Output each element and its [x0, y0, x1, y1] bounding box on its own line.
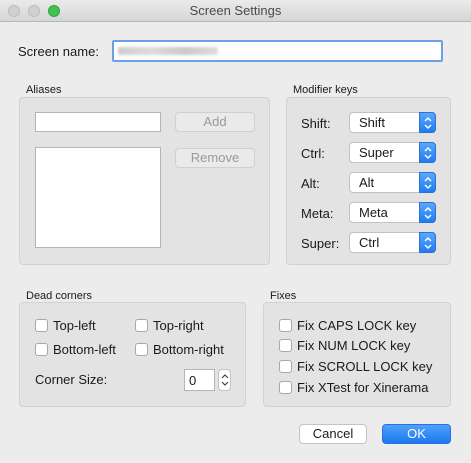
super-popup[interactable]: Ctrl: [349, 232, 436, 253]
top-left-checkbox[interactable]: [35, 319, 48, 332]
ok-button[interactable]: OK: [382, 424, 451, 444]
stepper-arrows-icon: [221, 374, 229, 386]
fixes-group-title: Fixes: [270, 290, 297, 302]
bottom-right-label: Bottom-right: [153, 342, 224, 357]
ctrl-value: Super: [359, 145, 394, 160]
alt-label: Alt:: [301, 176, 320, 191]
fix-caps-lock-checkbox[interactable]: [279, 319, 292, 332]
modifier-keys-group-title: Modifier keys: [293, 84, 358, 96]
popup-arrows-icon: [419, 142, 436, 163]
fix-xtest-checkbox[interactable]: [279, 381, 292, 394]
aliases-group-title: Aliases: [26, 84, 62, 96]
fix-caps-lock-label: Fix CAPS LOCK key: [297, 318, 417, 333]
ctrl-popup[interactable]: Super: [349, 142, 436, 163]
screen-name-label: Screen name:: [18, 44, 99, 59]
shift-value: Shift: [359, 115, 386, 130]
screen-name-input[interactable]: [112, 40, 443, 62]
super-label: Super:: [301, 236, 340, 251]
popup-arrows-icon: [419, 202, 436, 223]
popup-arrows-icon: [419, 112, 436, 133]
corner-size-stepper[interactable]: [218, 369, 231, 391]
popup-arrows-icon: [419, 232, 436, 253]
alias-input[interactable]: [35, 112, 161, 132]
corner-size-input[interactable]: 0: [184, 369, 215, 391]
ctrl-label: Ctrl:: [301, 146, 325, 161]
remove-alias-button[interactable]: Remove: [175, 148, 255, 168]
dead-corners-group-title: Dead corners: [26, 290, 93, 302]
top-right-checkbox[interactable]: [135, 319, 148, 332]
screen-name-redacted-value: [118, 47, 218, 55]
fix-num-lock-label: Fix NUM LOCK key: [297, 338, 411, 353]
fix-scroll-lock-checkbox[interactable]: [279, 360, 292, 373]
fix-num-lock-checkbox[interactable]: [279, 339, 292, 352]
window-title: Screen Settings: [189, 3, 282, 18]
popup-arrows-icon: [419, 172, 436, 193]
fix-xtest-label: Fix XTest for Xinerama: [297, 380, 429, 395]
bottom-left-label: Bottom-left: [53, 342, 116, 357]
bottom-right-checkbox[interactable]: [135, 343, 148, 356]
aliases-list[interactable]: [35, 147, 161, 248]
meta-value: Meta: [359, 205, 388, 220]
bottom-left-checkbox[interactable]: [35, 343, 48, 356]
meta-popup[interactable]: Meta: [349, 202, 436, 223]
alt-value: Alt: [359, 175, 375, 190]
top-left-label: Top-left: [53, 318, 96, 333]
top-right-label: Top-right: [153, 318, 204, 333]
corner-size-label: Corner Size:: [35, 372, 108, 387]
alt-popup[interactable]: Alt: [349, 172, 436, 193]
title-bar: Screen Settings: [0, 0, 471, 22]
super-value: Ctrl: [359, 235, 380, 250]
fix-scroll-lock-label: Fix SCROLL LOCK key: [297, 359, 433, 374]
add-alias-button[interactable]: Add: [175, 112, 255, 132]
cancel-button[interactable]: Cancel: [299, 424, 367, 444]
meta-label: Meta:: [301, 206, 334, 221]
shift-label: Shift:: [301, 116, 331, 131]
shift-popup[interactable]: Shift: [349, 112, 436, 133]
